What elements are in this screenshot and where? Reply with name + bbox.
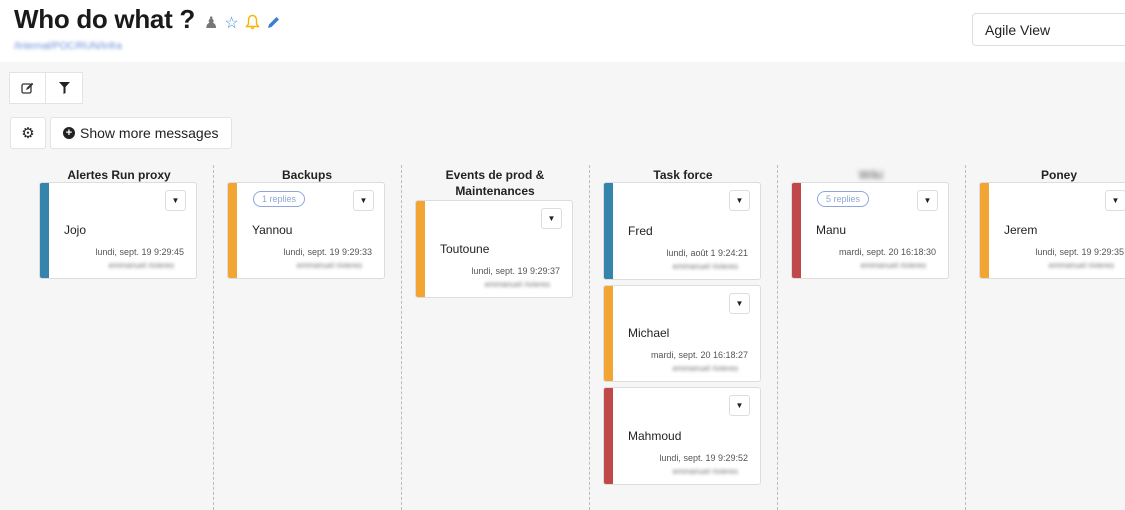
board-column: Events de prod & Maintenances ▼ Toutoune lu… [401, 160, 589, 510]
card-menu-button[interactable]: ▼ [353, 190, 374, 211]
card-date: mardi, sept. 20 16:18:30 [838, 247, 936, 257]
filter-icon [58, 82, 70, 94]
column-title: Events de prod & Maintenances [445, 168, 545, 198]
replies-badge[interactable]: 5 replies [817, 191, 870, 207]
card-date: lundi, sept. 19 9:29:33 [283, 247, 372, 257]
message-card[interactable]: ▼ Toutoune lundi, sept. 19 9:29:37 emmanuel… [415, 200, 573, 298]
message-card[interactable]: ▼ 1 replies Yannou lundi, sept. 19 9:29:33 e… [227, 182, 385, 279]
column-title: Alertes Run proxy [67, 168, 171, 182]
card-author: emmanuel rivieres [672, 262, 738, 271]
card-author: emmanuel rivieres [108, 261, 174, 270]
card-date: lundi, août 1 9:24:21 [666, 248, 748, 258]
card-date: mardi, sept. 20 16:18:27 [650, 350, 748, 360]
column-title: Wiki [858, 168, 884, 182]
card-date: lundi, sept. 19 9:29:52 [659, 453, 748, 463]
column-title: Poney [1040, 168, 1077, 182]
card-title: Jerem [1004, 223, 1038, 237]
pencil-icon[interactable] [266, 15, 281, 34]
view-select[interactable]: Agile View [972, 13, 1125, 46]
settings-button[interactable]: ⚙ [10, 117, 46, 149]
star-icon[interactable]: ☆ [224, 16, 238, 32]
card-author: emmanuel rivieres [296, 261, 362, 270]
priority-stripe [604, 286, 613, 381]
toolbar-messages: ⚙ + Show more messages [10, 117, 232, 149]
card-date: lundi, sept. 19 9:29:45 [95, 247, 184, 257]
card-title: Michael [628, 326, 670, 340]
board-columns: Alertes Run proxy ▼ Jojo lundi, sept. 19 9:… [0, 160, 1125, 510]
priority-stripe [604, 183, 613, 279]
message-card[interactable]: ▼ Michael mardi, sept. 20 16:18:27 emmanuel… [603, 285, 761, 382]
card-menu-button[interactable]: ▼ [729, 293, 750, 314]
message-card[interactable]: ▼ Jerem lundi, sept. 19 9:29:35 emmanuel ri… [979, 182, 1125, 279]
bell-icon[interactable] [244, 14, 260, 34]
card-author: emmanuel rivieres [672, 467, 738, 476]
message-card[interactable]: ▼ 5 replies Manu mardi, sept. 20 16:18:30 em… [791, 182, 949, 279]
card-date: lundi, sept. 19 9:29:35 [1035, 247, 1124, 257]
board-column: Task force ▼ Fred lundi, août 1 9:24:21 emma… [589, 160, 777, 510]
card-title: Manu [816, 223, 847, 237]
card-menu-button[interactable]: ▼ [541, 208, 562, 229]
priority-stripe [604, 388, 613, 484]
card-title: Jojo [64, 223, 87, 237]
card-author: emmanuel rivieres [672, 364, 738, 373]
column-title: Backups [281, 168, 333, 182]
card-title: Toutoune [440, 242, 490, 256]
show-more-messages-button[interactable]: + Show more messages [50, 117, 232, 149]
filter-button[interactable] [46, 72, 83, 104]
priority-stripe [40, 183, 49, 278]
edit-button[interactable] [9, 72, 46, 104]
card-title: Mahmoud [628, 429, 682, 443]
card-menu-button[interactable]: ▼ [729, 190, 750, 211]
card-menu-button[interactable]: ▼ [1105, 190, 1125, 211]
board-column: Backups ▼ 1 replies Yannou lundi, sept. 19 9… [213, 160, 401, 510]
replies-badge[interactable]: 1 replies [253, 191, 306, 207]
page-header: Who do what ? ♟ ☆ /Internal/POC/RUN/Infr… [0, 0, 1125, 62]
board-column: Alertes Run proxy ▼ Jojo lundi, sept. 19 9:… [25, 160, 213, 510]
message-card[interactable]: ▼ Mahmoud lundi, sept. 19 9:29:52 emmanuel … [603, 387, 761, 485]
toolbar-top [9, 72, 83, 104]
show-more-label: Show more messages [80, 125, 219, 141]
priority-stripe [228, 183, 237, 278]
message-card[interactable]: ▼ Jojo lundi, sept. 19 9:29:45 emmanuel riv… [39, 182, 197, 279]
plus-circle-icon: + [63, 127, 75, 139]
card-author: emmanuel rivieres [1048, 261, 1114, 270]
card-author: emmanuel rivieres [484, 280, 550, 289]
board-column: Poney ▼ Jerem lundi, sept. 19 9:29:35 emmanu… [965, 160, 1125, 510]
card-author: emmanuel rivieres [860, 261, 926, 270]
card-date: lundi, sept. 19 9:29:37 [471, 266, 560, 276]
card-menu-button[interactable]: ▼ [917, 190, 938, 211]
card-title: Yannou [252, 223, 293, 237]
card-menu-button[interactable]: ▼ [165, 190, 186, 211]
card-menu-button[interactable]: ▼ [729, 395, 750, 416]
priority-stripe [416, 201, 425, 297]
user-icon[interactable]: ♟ [204, 16, 218, 32]
title-actions: ♟ ☆ [204, 14, 281, 34]
priority-stripe [980, 183, 989, 278]
gear-icon: ⚙ [21, 125, 35, 142]
edit-icon [21, 82, 34, 94]
priority-stripe [792, 183, 801, 278]
page-title: Who do what ? [14, 4, 195, 34]
column-title: Task force [653, 168, 713, 182]
message-card[interactable]: ▼ Fred lundi, août 1 9:24:21 emmanuel rivie… [603, 182, 761, 280]
card-title: Fred [628, 224, 653, 238]
breadcrumb[interactable]: /Internal/POC/RUN/Infra [14, 41, 122, 52]
board-column: Wiki ▼ 5 replies Manu mardi, sept. 20 16:18:… [777, 160, 965, 510]
